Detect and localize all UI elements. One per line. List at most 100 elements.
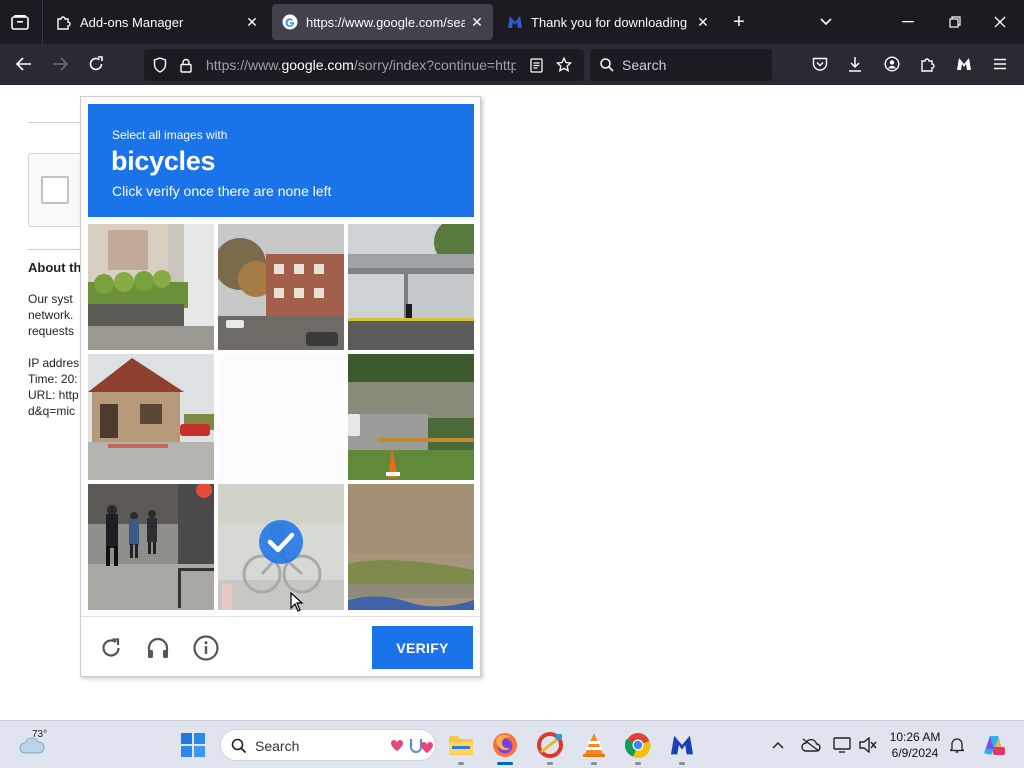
close-icon[interactable]: ✕ — [465, 10, 489, 34]
body-line: Our syst — [28, 292, 73, 306]
firefox-app[interactable] — [487, 729, 523, 765]
tab-addons-manager[interactable]: Add-ons Manager ✕ — [46, 4, 268, 40]
taskbar-search[interactable]: Search — [220, 729, 436, 761]
divider — [28, 249, 88, 250]
about-heading: About th — [28, 260, 82, 275]
download-icon[interactable] — [843, 52, 867, 76]
close-icon[interactable]: ✕ — [240, 10, 264, 34]
body-line: requests — [28, 324, 75, 338]
chrome-app[interactable] — [620, 729, 656, 765]
chevron-down-icon[interactable] — [814, 10, 838, 34]
url-prefix: https://www. — [206, 57, 282, 73]
clock-time: 10:26 AM — [889, 730, 941, 744]
footer-divider — [81, 616, 480, 617]
display-icon[interactable] — [831, 733, 853, 757]
search-placeholder: Search — [622, 57, 667, 73]
reload-icon[interactable] — [84, 52, 108, 76]
headphones-icon[interactable] — [143, 633, 173, 663]
url-bar[interactable]: https://www.google.com/sorry/index?conti… — [144, 49, 584, 81]
running-indicator — [591, 762, 597, 765]
chevron-up-icon[interactable] — [768, 733, 788, 757]
captcha-challenge: Select all images with bicycles Click ve… — [80, 96, 481, 677]
back-icon[interactable] — [12, 52, 36, 76]
close-window-icon[interactable] — [988, 10, 1012, 34]
close-icon[interactable]: ✕ — [691, 10, 715, 34]
active-indicator — [497, 762, 513, 765]
shield-icon[interactable] — [150, 55, 170, 75]
pocket-icon[interactable] — [808, 52, 832, 76]
malwarebytes-extension-icon[interactable] — [952, 52, 976, 76]
malwarebytes-icon — [507, 14, 523, 30]
reader-view-icon[interactable] — [526, 55, 546, 75]
info-line: IP addres — [28, 356, 80, 370]
captcha-tile-6[interactable] — [348, 354, 474, 480]
captcha-tile-8[interactable] — [218, 484, 344, 610]
url-suffix: /sorry/index?continue=https://www.google… — [353, 57, 516, 73]
info-line: d&q=mic — [28, 404, 76, 418]
file-explorer-app[interactable] — [443, 729, 479, 765]
windows-taskbar: 73° Search 10:26 AM 6/9/2024 — [0, 720, 1024, 768]
tab-strip: Add-ons Manager ✕ https://www.google.com… — [0, 0, 1024, 44]
search-icon — [231, 738, 247, 754]
system-clock[interactable]: 10:26 AM 6/9/2024 — [880, 729, 950, 761]
weather-temp: 73° — [32, 729, 48, 740]
recaptcha-checkbox[interactable] — [41, 176, 69, 204]
vlc-app[interactable] — [576, 729, 612, 765]
url-domain: google.com — [281, 57, 354, 73]
search-icon — [598, 56, 616, 74]
tab-title: https://www.google.com/search — [306, 14, 465, 30]
info-line: Time: 20: — [28, 372, 78, 386]
instruction-subtext: Click verify once there are none left — [112, 183, 332, 199]
lock-icon[interactable] — [176, 55, 196, 75]
ccleaner-icon — [537, 732, 563, 758]
reload-challenge-icon[interactable] — [96, 633, 126, 663]
tab-title: Add-ons Manager — [80, 14, 184, 30]
extensions-icon[interactable] — [916, 52, 940, 76]
google-icon — [282, 14, 298, 30]
clock-date: 6/9/2024 — [891, 746, 939, 760]
weather-widget[interactable]: 73° — [14, 727, 64, 763]
mouse-cursor-icon — [290, 591, 304, 617]
account-icon[interactable] — [880, 52, 904, 76]
menu-icon[interactable] — [988, 52, 1012, 76]
running-indicator — [635, 762, 641, 765]
captcha-tile-2[interactable] — [218, 224, 344, 350]
windows-logo-icon — [181, 733, 205, 757]
captcha-tile-9[interactable] — [348, 484, 474, 610]
malwarebytes-app[interactable] — [664, 729, 700, 765]
captcha-tile-7[interactable] — [88, 484, 214, 610]
info-icon[interactable] — [191, 633, 221, 663]
target-object: bicycles — [111, 146, 216, 176]
forward-icon[interactable] — [48, 52, 72, 76]
vlc-cone-icon — [583, 733, 605, 757]
tab-title: Thank you for downloading Malwarebytes — [531, 14, 691, 30]
verify-button[interactable]: VERIFY — [372, 626, 473, 669]
navigation-toolbar: https://www.google.com/sorry/index?conti… — [0, 44, 1024, 85]
malwarebytes-icon — [671, 735, 693, 755]
tab-malwarebytes[interactable]: Thank you for downloading Malwarebytes ✕ — [497, 4, 719, 40]
ccleaner-app[interactable] — [532, 729, 568, 765]
captcha-tile-3[interactable] — [348, 224, 474, 350]
onedrive-offline-icon[interactable] — [800, 733, 822, 757]
start-button[interactable] — [175, 729, 211, 761]
running-indicator — [547, 762, 553, 765]
speaker-muted-icon[interactable] — [857, 733, 879, 757]
captcha-tile-1[interactable] — [88, 224, 214, 350]
captcha-tile-4[interactable] — [88, 354, 214, 480]
puzzle-icon — [56, 14, 72, 30]
bookmark-star-icon[interactable] — [554, 55, 574, 75]
copilot-icon[interactable] — [978, 731, 1008, 759]
restore-icon[interactable] — [943, 10, 967, 34]
info-line: URL: http — [28, 388, 79, 402]
instruction-text: Select all images with — [112, 128, 228, 142]
search-label: Search — [255, 738, 300, 754]
new-tab-icon[interactable]: + — [727, 10, 751, 34]
captcha-tile-5[interactable] — [218, 354, 344, 480]
minimize-icon[interactable] — [896, 10, 920, 34]
folder-icon — [449, 736, 473, 755]
firefox-view-icon[interactable] — [8, 10, 32, 34]
notification-bell-icon[interactable] — [946, 733, 968, 757]
tab-google-search[interactable]: https://www.google.com/search ✕ — [272, 4, 493, 40]
search-bar[interactable]: Search — [590, 49, 772, 81]
tab-divider — [42, 0, 43, 44]
